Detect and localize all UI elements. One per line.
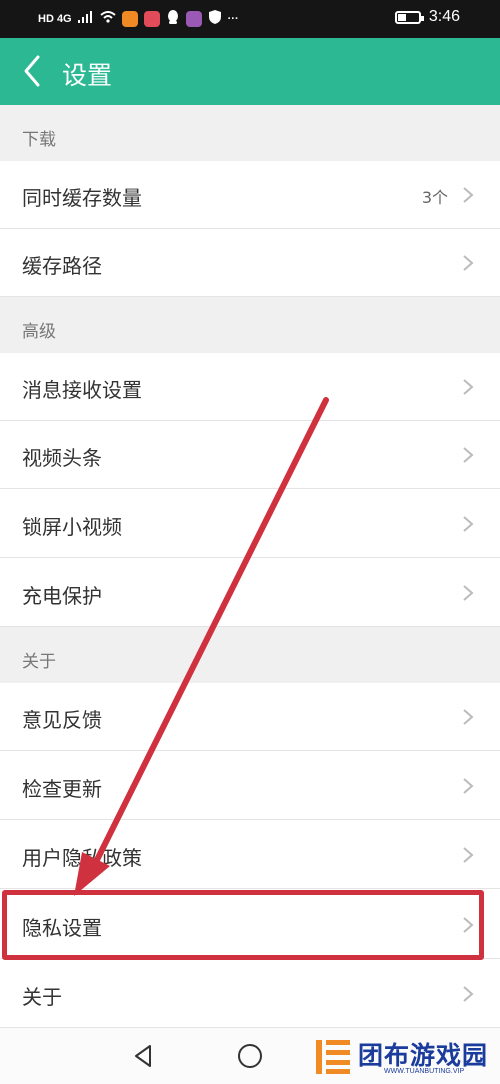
section-title: 下载 xyxy=(22,130,56,150)
network-indicator: HD 4G xyxy=(38,12,72,25)
settings-item-cache-path[interactable]: 缓存路径 xyxy=(0,229,500,297)
settings-item-about[interactable]: 关于 xyxy=(0,960,500,1028)
nav-home-icon[interactable] xyxy=(238,1044,262,1068)
section-header-download: 下载 xyxy=(0,105,500,161)
settings-item-label: 用户隐私政策 xyxy=(22,846,142,870)
more-icon: ··· xyxy=(227,12,239,25)
settings-item-lockscreen-video[interactable]: 锁屏小视频 xyxy=(0,490,500,558)
signal-icon xyxy=(77,11,94,26)
settings-item-feedback[interactable]: 意见反馈 xyxy=(0,683,500,751)
settings-item-label: 检查更新 xyxy=(22,777,102,801)
status-left: HD 4G ··· xyxy=(38,9,239,28)
settings-item-video-headlines[interactable]: 视频头条 xyxy=(0,421,500,489)
chevron-right-icon xyxy=(463,709,474,725)
chevron-right-icon xyxy=(463,847,474,863)
chevron-right-icon xyxy=(463,986,474,1002)
watermark: 团布游戏园 WWW.TUANBUTING.VIP xyxy=(314,1034,500,1084)
settings-item-cache-count[interactable]: 同时缓存数量 3个 xyxy=(0,161,500,229)
chevron-right-icon xyxy=(463,585,474,601)
section-header-advanced: 高级 xyxy=(0,297,500,353)
chevron-right-icon xyxy=(463,379,474,395)
wifi-icon xyxy=(99,11,116,26)
settings-item-label: 充电保护 xyxy=(22,584,102,608)
section-header-about: 关于 xyxy=(0,627,500,683)
app-notification-icon xyxy=(185,10,202,27)
settings-item-check-update[interactable]: 检查更新 xyxy=(0,752,500,820)
watermark-logo xyxy=(316,1040,350,1074)
watermark-subtext: WWW.TUANBUTING.VIP xyxy=(384,1068,465,1075)
battery-icon xyxy=(394,10,424,24)
app-notification-icon xyxy=(143,10,160,27)
chevron-right-icon xyxy=(463,447,474,463)
section-title: 高级 xyxy=(22,322,56,342)
settings-item-label: 关于 xyxy=(22,985,62,1009)
chevron-right-icon xyxy=(463,255,474,271)
app-notification-icon xyxy=(121,10,138,27)
chevron-left-icon xyxy=(24,55,40,87)
settings-item-label: 视频头条 xyxy=(22,446,102,470)
settings-item-label: 意见反馈 xyxy=(22,708,102,732)
settings-item-message[interactable]: 消息接收设置 xyxy=(0,353,500,421)
settings-item-value: 3个 xyxy=(421,188,448,207)
settings-item-label: 锁屏小视频 xyxy=(22,515,122,539)
highlight-box xyxy=(2,890,484,960)
settings-item-label: 同时缓存数量 xyxy=(22,186,142,210)
settings-item-label: 消息接收设置 xyxy=(22,378,142,402)
chevron-right-icon xyxy=(463,516,474,532)
app-header: 设置 xyxy=(0,38,500,105)
status-bar: HD 4G ··· 3:46 xyxy=(0,0,500,38)
nav-back-icon[interactable] xyxy=(132,1044,154,1068)
settings-item-label: 缓存路径 xyxy=(22,254,102,278)
chevron-right-icon xyxy=(463,778,474,794)
shield-icon xyxy=(208,9,222,28)
settings-item-charging-protection[interactable]: 充电保护 xyxy=(0,559,500,627)
chevron-right-icon xyxy=(463,187,474,203)
section-title: 关于 xyxy=(22,652,56,672)
status-right: 3:46 xyxy=(394,8,460,26)
page-title: 设置 xyxy=(62,61,113,90)
settings-item-privacy-policy[interactable]: 用户隐私政策 xyxy=(0,821,500,889)
status-time: 3:46 xyxy=(428,8,460,25)
qq-icon xyxy=(166,9,180,28)
back-button[interactable] xyxy=(14,51,54,91)
watermark-text: 团布游戏园 xyxy=(358,1041,489,1070)
